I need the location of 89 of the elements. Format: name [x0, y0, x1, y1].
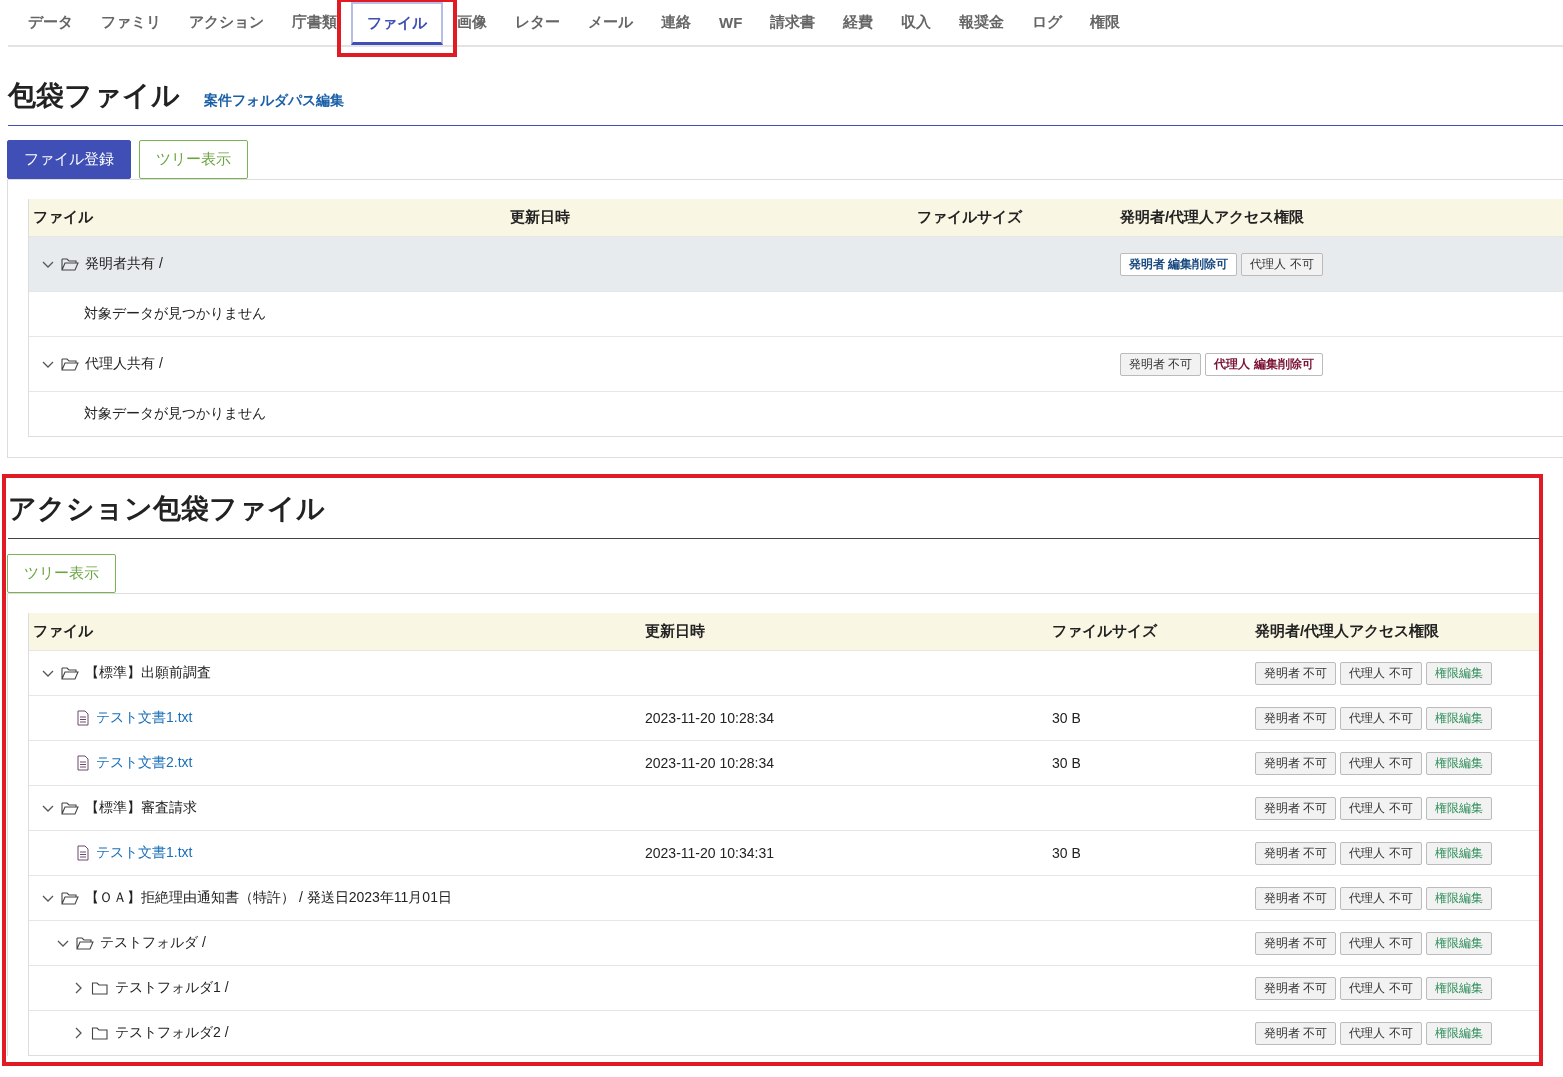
access-badge[interactable]: 発明者 不可	[1255, 706, 1337, 730]
permission-edit-button[interactable]: 権限編集	[1425, 796, 1492, 820]
open-folder-icon	[61, 800, 79, 816]
file-link[interactable]: テスト文書1.txt	[96, 844, 193, 862]
column-header: 更新日時	[510, 208, 570, 225]
permission-edit-button[interactable]: 権限編集	[1425, 706, 1492, 730]
folder-name[interactable]: 発明者共有 /	[85, 255, 163, 273]
tab[interactable]: 報奨金	[945, 0, 1019, 45]
empty-message: 対象データが見つかりません	[84, 305, 266, 321]
access-badge[interactable]: 代理人 不可	[1340, 796, 1422, 820]
tab[interactable]: WF	[705, 0, 757, 45]
access-badge[interactable]: 代理人 不可	[1340, 886, 1422, 910]
tab[interactable]: アクション	[175, 0, 278, 45]
file-size: 30 B	[1052, 845, 1081, 861]
file-size: 30 B	[1052, 710, 1081, 726]
access-badge[interactable]: 代理人 不可	[1241, 252, 1323, 276]
folder-name[interactable]: 【標準】出願前調査	[85, 664, 211, 682]
access-badge[interactable]: 発明者 不可	[1255, 1021, 1337, 1045]
tab[interactable]: レター	[501, 0, 574, 45]
tab[interactable]: ログ	[1018, 0, 1077, 45]
access-badge[interactable]: 代理人 不可	[1340, 751, 1422, 775]
access-badge[interactable]: 代理人 不可	[1340, 976, 1422, 1000]
permission-edit-button[interactable]: 権限編集	[1425, 661, 1492, 685]
folder-name[interactable]: 【ＯＡ】拒絶理由通知書（特許） / 発送日2023年11月01日	[85, 889, 452, 907]
folder-path-edit-link[interactable]: 案件フォルダパス編集	[204, 92, 344, 110]
access-badge[interactable]: 発明者 不可	[1120, 352, 1202, 376]
column-header: ファイルサイズ	[917, 208, 1022, 225]
open-folder-icon	[61, 665, 79, 681]
access-badge[interactable]: 発明者 不可	[1255, 931, 1337, 955]
tab[interactable]: ファイル	[351, 2, 443, 45]
tab[interactable]: 連絡	[647, 0, 705, 45]
tab[interactable]: 画像	[443, 0, 501, 45]
folder-name[interactable]: テストフォルダ /	[100, 934, 206, 952]
open-folder-icon	[61, 890, 79, 906]
column-header: ファイル	[33, 208, 93, 225]
tab[interactable]: メール	[574, 0, 647, 45]
access-badge[interactable]: 発明者 不可	[1255, 796, 1337, 820]
file-size: 30 B	[1052, 755, 1081, 771]
access-badge[interactable]: 発明者 不可	[1255, 661, 1337, 685]
tab[interactable]: 庁書類	[278, 0, 351, 45]
access-badge[interactable]: 発明者 不可	[1255, 751, 1337, 775]
folder-name[interactable]: 代理人共有 /	[85, 355, 163, 373]
permission-edit-button[interactable]: 権限編集	[1425, 841, 1492, 865]
column-header: 発明者/代理人アクセス権限	[1120, 208, 1305, 225]
updated-time: 2023-11-20 10:28:34	[645, 755, 774, 771]
folder-name[interactable]: テストフォルダ1 /	[115, 979, 229, 997]
access-badge[interactable]: 代理人 編集削除可	[1205, 352, 1323, 376]
document-icon	[76, 710, 90, 726]
section-title: 包袋ファイル	[8, 79, 180, 113]
access-badge[interactable]: 発明者 不可	[1255, 976, 1337, 1000]
section-title: アクション包袋ファイル	[8, 492, 325, 526]
updated-time: 2023-11-20 10:28:34	[645, 710, 774, 726]
folder-name[interactable]: 【標準】審査請求	[85, 799, 197, 817]
file-register-button[interactable]: ファイル登録	[7, 140, 131, 179]
access-badge[interactable]: 代理人 不可	[1340, 1021, 1422, 1045]
document-icon	[76, 845, 90, 861]
permission-edit-button[interactable]: 権限編集	[1425, 751, 1492, 775]
tab[interactable]: 収入	[887, 0, 946, 45]
column-header: 発明者/代理人アクセス権限	[1255, 622, 1440, 639]
permission-edit-button[interactable]: 権限編集	[1425, 886, 1492, 910]
file-link[interactable]: テスト文書1.txt	[96, 709, 193, 727]
file-link[interactable]: テスト文書2.txt	[96, 754, 193, 772]
tab[interactable]: データ	[14, 0, 87, 45]
updated-time: 2023-11-20 10:34:31	[645, 845, 774, 861]
column-header: ファイルサイズ	[1052, 622, 1157, 639]
open-folder-icon	[61, 356, 79, 372]
document-icon	[76, 755, 90, 771]
access-badge[interactable]: 発明者 不可	[1255, 886, 1337, 910]
permission-edit-button[interactable]: 権限編集	[1425, 976, 1492, 1000]
tab[interactable]: 権限	[1076, 0, 1135, 45]
open-folder-icon	[61, 256, 79, 272]
folder-icon	[91, 1025, 109, 1041]
permission-edit-button[interactable]: 権限編集	[1425, 1021, 1492, 1045]
access-badge[interactable]: 代理人 不可	[1340, 931, 1422, 955]
access-badge[interactable]: 代理人 不可	[1340, 841, 1422, 865]
column-header: ファイル	[33, 622, 93, 639]
access-badge[interactable]: 代理人 不可	[1340, 706, 1422, 730]
permission-edit-button[interactable]: 権限編集	[1425, 931, 1492, 955]
tab[interactable]: 請求書	[756, 0, 830, 45]
access-badge[interactable]: 発明者 編集削除可	[1120, 252, 1238, 276]
empty-message: 対象データが見つかりません	[84, 405, 266, 421]
access-badge[interactable]: 発明者 不可	[1255, 841, 1337, 865]
column-header: 更新日時	[645, 622, 705, 639]
tab[interactable]: ファミリ	[87, 0, 175, 45]
folder-name[interactable]: テストフォルダ2 /	[115, 1024, 229, 1042]
access-badge[interactable]: 代理人 不可	[1340, 661, 1422, 685]
folder-icon	[91, 980, 109, 996]
tab[interactable]: 経費	[829, 0, 888, 45]
open-folder-icon	[76, 935, 94, 951]
